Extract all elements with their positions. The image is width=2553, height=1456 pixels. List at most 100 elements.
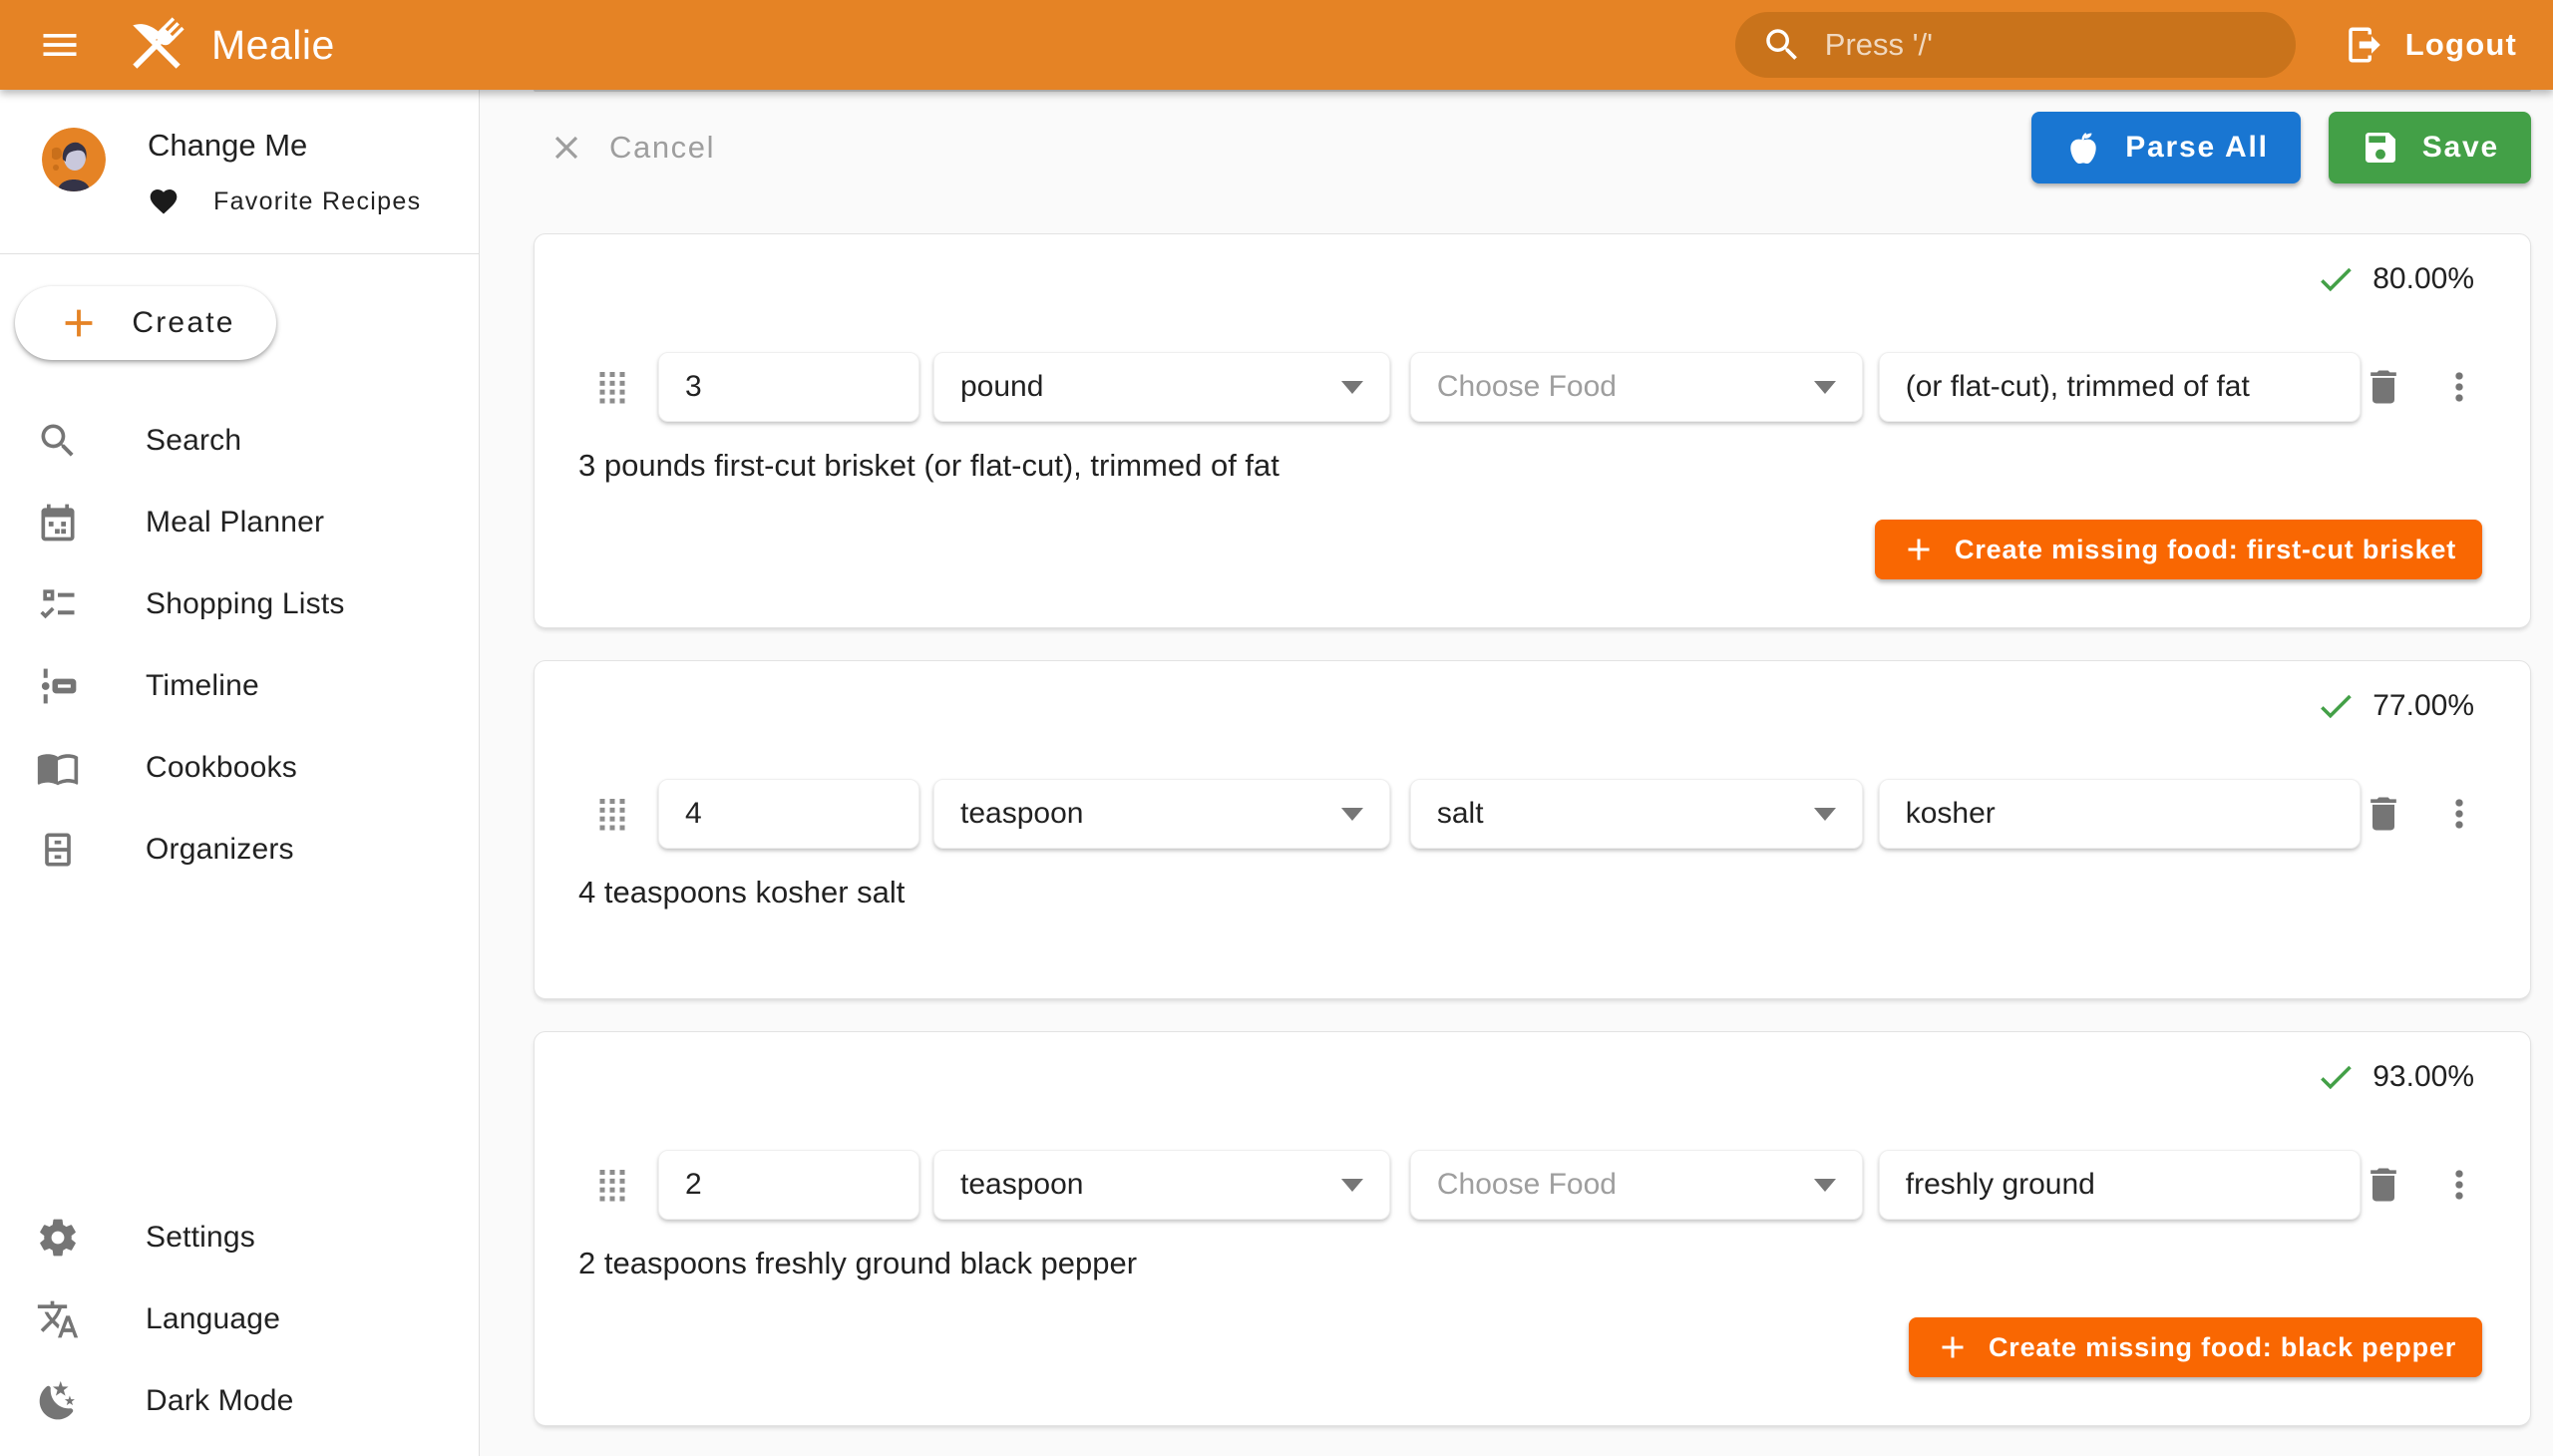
close-icon	[547, 129, 585, 167]
sidebar-item-label: Cookbooks	[146, 751, 297, 785]
save-label: Save	[2422, 131, 2499, 165]
food-value: salt	[1437, 797, 1484, 831]
food-value: Choose Food	[1437, 1168, 1617, 1202]
original-ingredient-text: 4 teaspoons kosher salt	[578, 875, 2530, 910]
search-icon	[1761, 24, 1803, 66]
user-name: Change Me	[148, 128, 421, 164]
quantity-input[interactable]	[658, 779, 919, 849]
avatar[interactable]	[42, 128, 106, 191]
apple-icon	[2063, 128, 2103, 168]
parse-all-button[interactable]: Parse All	[2031, 112, 2301, 183]
sidebar-item-cookbooks[interactable]: Cookbooks	[0, 727, 479, 809]
quantity-input[interactable]	[658, 352, 919, 422]
confidence-indicator: 77.00%	[535, 661, 2530, 727]
sidebar-item-dark-mode[interactable]: Dark Mode	[0, 1360, 479, 1442]
cancel-label: Cancel	[609, 130, 715, 166]
kebab-icon	[2437, 365, 2481, 409]
create-missing-food-button[interactable]: Create missing food: black pepper	[1909, 1317, 2482, 1377]
sidebar-divider	[0, 253, 479, 254]
delete-ingredient-button[interactable]	[2361, 791, 2406, 837]
logout-button[interactable]: Logout	[2338, 14, 2523, 76]
sidebar-item-label: Shopping Lists	[146, 587, 345, 621]
trash-icon	[2362, 792, 2405, 836]
confidence-indicator: 93.00%	[535, 1032, 2530, 1098]
drag-handle[interactable]	[592, 1159, 636, 1211]
drag-icon	[592, 362, 632, 412]
kebab-icon	[2437, 1163, 2481, 1207]
unit-value: pound	[960, 370, 1043, 404]
chevron-down-icon	[1341, 1179, 1363, 1192]
menu-icon	[38, 23, 82, 67]
unit-value: teaspoon	[960, 1168, 1083, 1202]
sidebar-item-settings[interactable]: Settings	[0, 1197, 479, 1278]
unit-select[interactable]: pound	[933, 352, 1390, 422]
original-ingredient-text: 2 teaspoons freshly ground black pepper	[578, 1246, 2530, 1281]
sidebar-item-meal-planner[interactable]: Meal Planner	[0, 482, 479, 563]
unit-select[interactable]: teaspoon	[933, 1150, 1390, 1220]
check-icon	[2315, 685, 2357, 727]
ingredient-menu-button[interactable]	[2436, 364, 2482, 410]
logout-label: Logout	[2405, 27, 2517, 63]
sidebar-item-label: Dark Mode	[146, 1384, 294, 1418]
ingredient-card-1: 80.00% pound Choose Food 3 pounds fi	[534, 233, 2531, 628]
drag-handle[interactable]	[592, 788, 636, 840]
mealie-logo-icon	[122, 10, 191, 80]
search-input[interactable]	[1825, 27, 2270, 63]
drag-handle[interactable]	[592, 361, 636, 413]
favorite-recipes-label: Favorite Recipes	[213, 187, 421, 216]
check-icon	[2315, 258, 2357, 300]
note-input[interactable]	[1879, 779, 2362, 849]
save-button[interactable]: Save	[2329, 112, 2531, 183]
organizers-icon	[36, 828, 80, 872]
food-select[interactable]: Choose Food	[1410, 352, 1863, 422]
plus-icon	[1935, 1329, 1971, 1365]
sidebar-item-label: Settings	[146, 1221, 255, 1255]
create-button-label: Create	[132, 306, 234, 340]
user-profile-link[interactable]: Change Me Favorite Recipes	[0, 90, 479, 217]
calendar-icon	[36, 501, 80, 545]
cancel-button[interactable]: Cancel	[534, 119, 729, 177]
unit-select[interactable]: teaspoon	[933, 779, 1390, 849]
drag-icon	[592, 789, 632, 839]
menu-button[interactable]	[34, 19, 86, 71]
scrolled-card-edge	[534, 90, 2531, 92]
create-button[interactable]: Create	[15, 286, 276, 360]
sidebar-footer: Settings Language Dark Mode	[0, 1197, 479, 1456]
kebab-icon	[2437, 792, 2481, 836]
favorite-recipes-link[interactable]: Favorite Recipes	[148, 185, 421, 217]
top-navbar: Mealie Logout	[0, 0, 2553, 90]
chevron-down-icon	[1341, 381, 1363, 394]
food-select[interactable]: salt	[1410, 779, 1863, 849]
sidebar-item-label: Meal Planner	[146, 506, 324, 540]
quantity-input[interactable]	[658, 1150, 919, 1220]
sidebar-item-shopping-lists[interactable]: Shopping Lists	[0, 563, 479, 645]
note-input[interactable]	[1879, 352, 2362, 422]
note-input[interactable]	[1879, 1150, 2362, 1220]
ingredient-card-3: 93.00% teaspoon Choose Food 2 teaspo	[534, 1031, 2531, 1426]
check-icon	[2315, 1056, 2357, 1098]
timeline-icon	[36, 664, 80, 708]
delete-ingredient-button[interactable]	[2361, 1162, 2406, 1208]
delete-ingredient-button[interactable]	[2361, 364, 2406, 410]
settings-icon	[36, 1216, 80, 1260]
create-missing-food-button[interactable]: Create missing food: first-cut brisket	[1875, 520, 2482, 579]
shopping-lists-icon	[36, 582, 80, 626]
sidebar-item-language[interactable]: Language	[0, 1278, 479, 1360]
ingredient-menu-button[interactable]	[2436, 791, 2482, 837]
plus-icon	[1901, 532, 1937, 567]
ingredient-menu-button[interactable]	[2436, 1162, 2482, 1208]
dark-mode-icon	[36, 1379, 80, 1423]
sidebar-item-label: Organizers	[146, 833, 294, 867]
global-search[interactable]	[1735, 12, 2296, 78]
sidebar-item-search[interactable]: Search	[0, 400, 479, 482]
chevron-down-icon	[1814, 1179, 1836, 1192]
parse-all-label: Parse All	[2125, 131, 2269, 165]
trash-icon	[2362, 365, 2405, 409]
sidebar-item-organizers[interactable]: Organizers	[0, 809, 479, 891]
ingredient-parser-content: Cancel Parse All Save 80.00%	[480, 90, 2553, 1456]
sidebar-item-timeline[interactable]: Timeline	[0, 645, 479, 727]
logout-icon	[2344, 24, 2385, 66]
food-select[interactable]: Choose Food	[1410, 1150, 1863, 1220]
silverware-icon	[122, 10, 191, 80]
editor-header: Cancel Parse All Save	[534, 112, 2531, 183]
